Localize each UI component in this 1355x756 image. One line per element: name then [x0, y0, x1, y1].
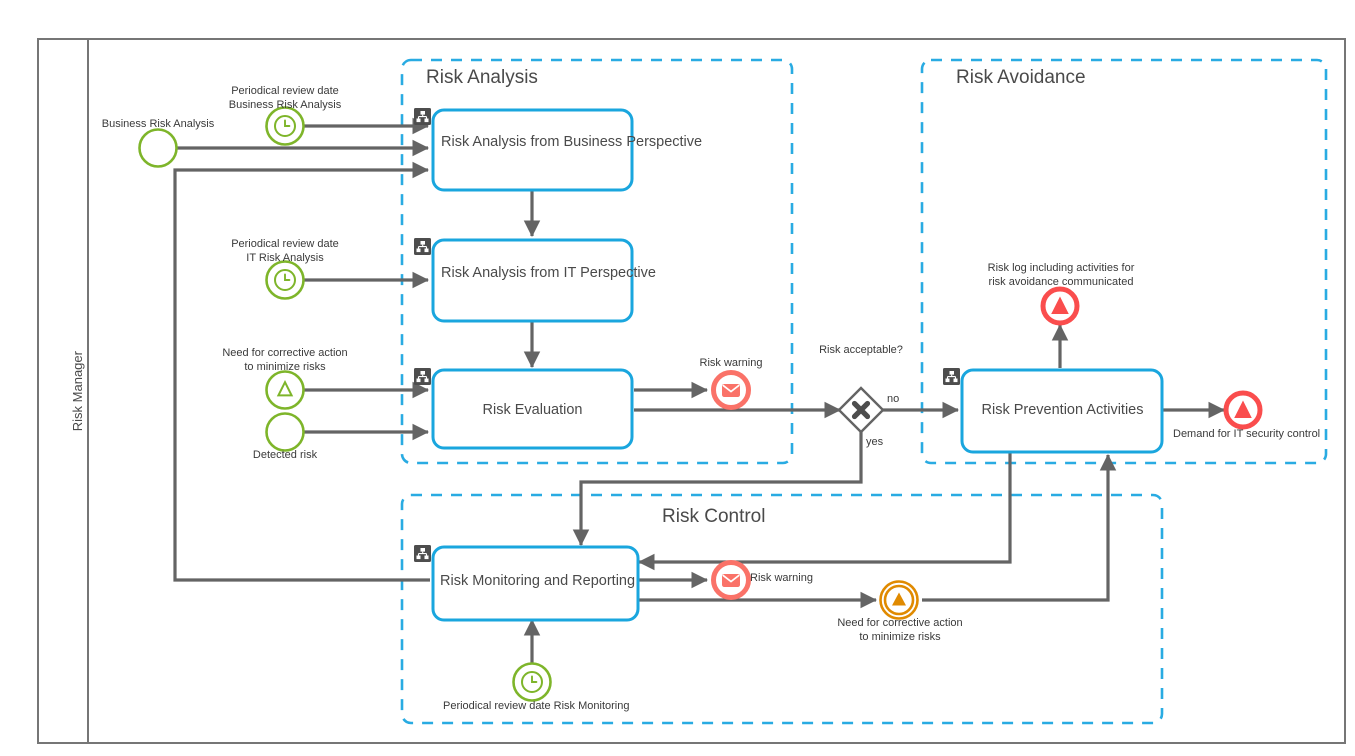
- task-label-risk-analysis-business: Risk Analysis from Business Perspective: [441, 134, 703, 150]
- gateway-branch-label-no: no: [887, 393, 900, 405]
- event-label-timer-monitoring: Periodical review date Risk Monitoring: [443, 700, 630, 712]
- event-label-corrective-action-start: Need for corrective action to minimize r…: [222, 347, 348, 373]
- subprocess-marker: [414, 545, 431, 562]
- event-label-demand-it-security: Demand for IT security control: [1173, 428, 1321, 440]
- subprocess-title-risk-control: Risk Control: [662, 506, 766, 527]
- subprocess-marker: [414, 108, 431, 125]
- event-business-risk-analysis: [138, 128, 178, 168]
- gateway-branch-label-yes: yes: [866, 436, 884, 448]
- event-risk-warning-monitoring: [711, 560, 751, 600]
- subprocess-title-risk-avoidance: Risk Avoidance: [956, 67, 1086, 88]
- event-label-risk-warning-evaluation: Risk warning: [699, 357, 763, 369]
- event-corrective-action-start: [265, 370, 305, 410]
- subprocess-marker: [414, 368, 431, 385]
- event-detected-risk: [265, 412, 305, 452]
- event-label-corrective-action-throw: Need for corrective action to minimize r…: [837, 617, 963, 643]
- task-label-risk-analysis-it: Risk Analysis from IT Perspective: [441, 265, 656, 281]
- event-risk-warning-evaluation: [711, 370, 751, 410]
- pool-lane-label: Risk Manager: [69, 351, 85, 432]
- subprocess-marker: [943, 368, 960, 385]
- event-label-business-risk-analysis: Business Risk Analysis: [101, 118, 215, 130]
- event-corrective-action-throw: [879, 580, 919, 620]
- gateway-label-risk-acceptable: Risk acceptable?: [819, 344, 903, 356]
- task-label-risk-monitoring: Risk Monitoring and Reporting: [440, 573, 636, 589]
- subprocess-title-risk-analysis: Risk Analysis: [426, 67, 538, 88]
- event-label-risk-warning-monitoring: Risk warning: [750, 572, 813, 584]
- event-label-timer-it: Periodical review date IT Risk Analysis: [231, 238, 339, 264]
- event-risk-log-communicated: [1040, 286, 1080, 326]
- subprocess-marker: [414, 238, 431, 255]
- event-timer-monitoring: [512, 662, 552, 702]
- event-label-risk-log-communicated: Risk log including activities for risk a…: [987, 262, 1135, 288]
- task-label-risk-prevention: Risk Prevention Activities: [981, 402, 1144, 418]
- task-label-risk-evaluation: Risk Evaluation: [482, 402, 583, 418]
- diagram-vector-layer: [37, 38, 1346, 744]
- event-label-timer-business: Periodical review date Business Risk Ana…: [228, 85, 342, 111]
- bpmn-diagram-canvas: Risk Manager Risk Analysis Risk Avoidanc…: [0, 0, 1355, 756]
- event-demand-it-security: [1223, 390, 1263, 430]
- event-label-detected-risk: Detected risk: [252, 449, 318, 461]
- event-timer-it: [265, 260, 305, 300]
- event-timer-business: [265, 106, 305, 146]
